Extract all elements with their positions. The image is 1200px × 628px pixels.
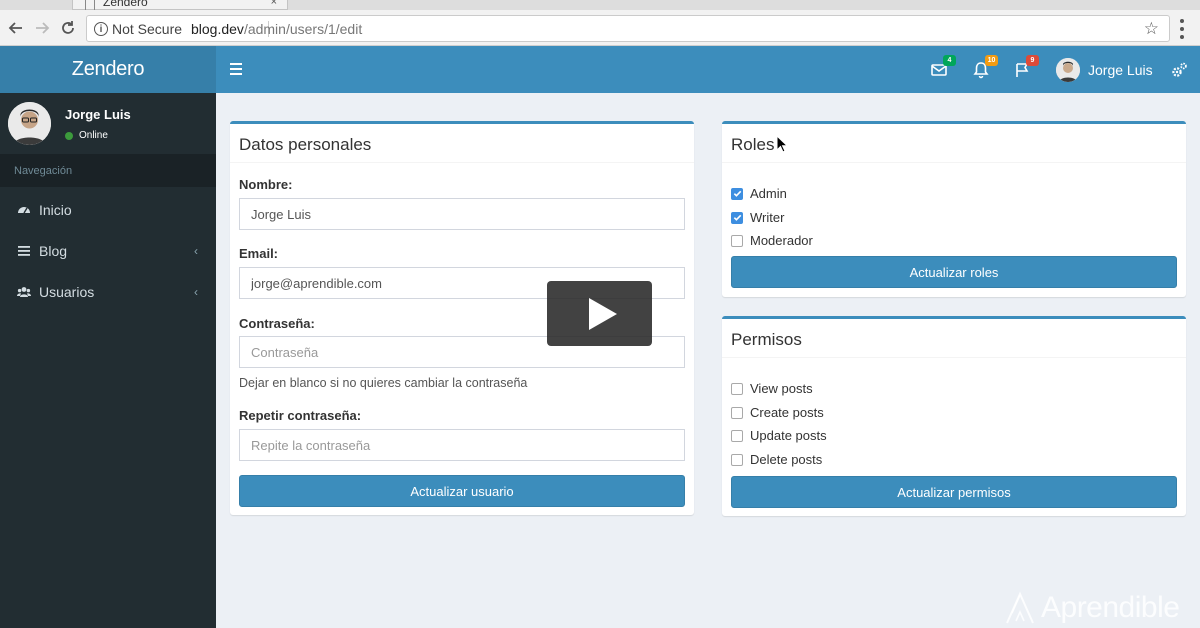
url-text: blog.dev/admin/users/1/edit (191, 21, 362, 37)
avatar[interactable] (1056, 58, 1080, 82)
address-bar[interactable]: i Not Secure blog.dev/admin/users/1/edit… (86, 15, 1170, 42)
sidebar-item-blog[interactable]: Blog ‹ (0, 230, 216, 271)
panel-title: Datos personales (239, 135, 372, 154)
users-icon (17, 285, 31, 299)
divider (722, 162, 1186, 163)
gears-icon[interactable] (1170, 61, 1188, 79)
back-arrow-icon[interactable] (6, 18, 26, 38)
checkbox-label: Admin (750, 186, 787, 201)
sidebar-item-label: Blog (39, 242, 68, 259)
close-tab-icon[interactable]: × (271, 0, 277, 8)
permission-checkbox-view-posts[interactable]: View posts (731, 381, 813, 396)
divider (722, 357, 1186, 358)
roles-panel: Roles Admin Writer Moderador Actualizar … (722, 121, 1186, 297)
sidebar-item-label: Usuarios (39, 283, 95, 300)
mouse-cursor-icon (776, 134, 789, 153)
role-checkbox-moderador[interactable]: Moderador (731, 233, 813, 248)
watermark-text: Aprendible (1041, 591, 1180, 624)
chevron-left-icon: ‹ (194, 244, 198, 258)
sidebar-item-usuarios[interactable]: Usuarios ‹ (0, 271, 216, 312)
checkbox-icon[interactable] (731, 406, 743, 419)
update-roles-button[interactable]: Actualizar roles (731, 256, 1177, 288)
chevron-left-icon: ‹ (194, 285, 198, 299)
status-text: Online (79, 130, 108, 141)
permission-checkbox-create-posts[interactable]: Create posts (731, 405, 824, 420)
reload-icon[interactable] (58, 18, 78, 38)
top-navbar: 4 10 9 Jorge Luis (216, 46, 1200, 93)
repeat-password-field[interactable] (239, 429, 685, 461)
update-user-button[interactable]: Actualizar usuario (239, 475, 685, 507)
repeat-password-label: Repetir contraseña: (239, 408, 362, 423)
browser-menu-icon[interactable] (1174, 19, 1190, 39)
sidebar-item-label: Inicio (39, 201, 72, 218)
role-checkbox-admin[interactable]: Admin (731, 186, 787, 201)
checkbox-checked-icon[interactable] (731, 211, 743, 224)
forward-arrow-icon[interactable] (32, 18, 52, 38)
checkbox-icon[interactable] (731, 234, 743, 247)
sidebar: Jorge Luis Online Navegación Inicio Blog… (0, 93, 216, 628)
role-checkbox-writer[interactable]: Writer (731, 210, 784, 225)
tab-title: Zendero (103, 0, 148, 9)
email-label: Email: (239, 246, 279, 261)
envelope-icon[interactable]: 4 (930, 55, 956, 79)
checkbox-label: Writer (750, 210, 785, 225)
checkbox-icon[interactable] (731, 453, 743, 466)
header-user-name[interactable]: Jorge Luis (1088, 62, 1153, 78)
panel-title: Permisos (731, 330, 802, 349)
checkbox-icon[interactable] (731, 382, 743, 395)
user-panel: Jorge Luis Online (0, 93, 216, 154)
name-label: Nombre: (239, 177, 293, 192)
video-play-button[interactable] (547, 281, 652, 346)
checkbox-icon[interactable] (731, 429, 743, 442)
flags-badge: 9 (1026, 55, 1039, 66)
messages-badge: 4 (943, 55, 956, 66)
nav-header: Navegación (0, 154, 216, 187)
panel-title: Roles (731, 135, 775, 154)
checkbox-label: Delete posts (750, 452, 823, 467)
bookmark-star-icon[interactable]: ☆ (1144, 19, 1159, 39)
status-badge: Online (65, 130, 108, 141)
checkbox-label: Create posts (750, 405, 824, 420)
browser-tab[interactable]: Zendero × (72, 0, 288, 11)
dashboard-icon (17, 203, 31, 217)
info-icon[interactable]: i (94, 22, 108, 36)
flag-icon[interactable]: 9 (1013, 55, 1039, 79)
divider (230, 162, 694, 163)
watermark: Aprendible (1003, 590, 1180, 626)
name-field[interactable] (239, 198, 685, 230)
password-label: Contraseña: (239, 316, 315, 331)
checkbox-label: Moderador (750, 233, 813, 248)
app-logo[interactable]: Zendero (0, 46, 216, 93)
online-dot-icon (65, 131, 73, 140)
security-label: Not Secure (112, 21, 183, 37)
bell-icon[interactable]: 10 (972, 55, 998, 79)
sidebar-item-inicio[interactable]: Inicio (0, 189, 216, 230)
checkbox-checked-icon[interactable] (731, 187, 743, 200)
checkbox-label: View posts (750, 381, 813, 396)
browser-tabstrip: Zendero × (0, 0, 1200, 11)
url-path: /admin/users/1/edit (243, 21, 363, 37)
password-help-text: Dejar en blanco si no quieres cambiar la… (239, 376, 528, 390)
permission-checkbox-update-posts[interactable]: Update posts (731, 428, 827, 443)
avatar (8, 102, 51, 145)
permissions-panel: Permisos View posts Create posts Update … (722, 316, 1186, 516)
checkbox-label: Update posts (750, 428, 827, 443)
permission-checkbox-delete-posts[interactable]: Delete posts (731, 452, 822, 467)
browser-toolbar: i Not Secure blog.dev/admin/users/1/edit… (0, 10, 1200, 46)
sidebar-user-name: Jorge Luis (65, 107, 131, 122)
play-icon (588, 297, 617, 330)
update-permissions-button[interactable]: Actualizar permisos (731, 476, 1177, 508)
url-host: blog.dev (191, 21, 244, 37)
notifications-badge: 10 (985, 55, 998, 66)
aprendible-logo-icon (1006, 591, 1034, 624)
list-icon (17, 244, 31, 258)
hamburger-menu-icon[interactable] (230, 63, 242, 75)
